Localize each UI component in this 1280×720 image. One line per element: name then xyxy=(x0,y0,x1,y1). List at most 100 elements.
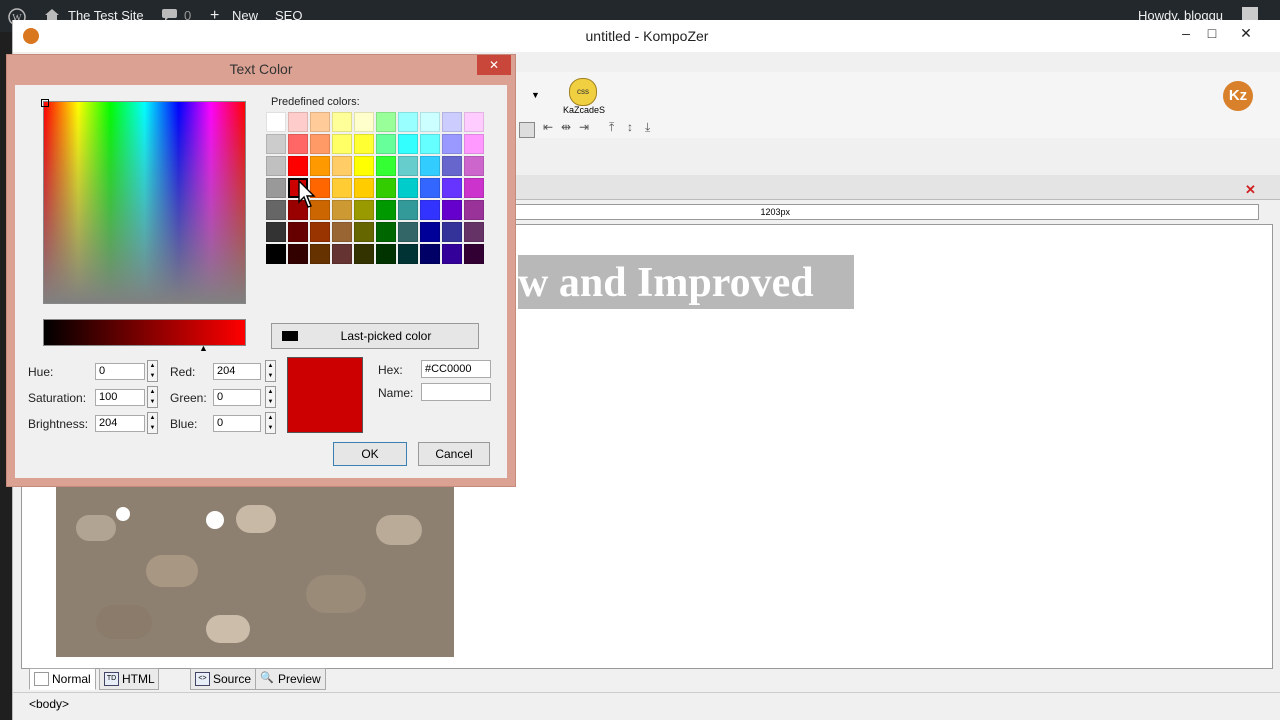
color-swatch[interactable] xyxy=(398,222,418,242)
color-swatch[interactable] xyxy=(332,244,352,264)
color-swatch[interactable] xyxy=(354,200,374,220)
pebbles-daisy-image[interactable] xyxy=(56,485,454,657)
close-window-button[interactable]: ✕ xyxy=(1223,20,1269,48)
hue-saturation-picker[interactable] xyxy=(41,99,246,304)
color-swatch[interactable] xyxy=(376,222,396,242)
saturation-spinner[interactable]: ▲ ▼ xyxy=(147,386,158,408)
brightness-slider[interactable] xyxy=(43,319,246,346)
dialog-close-button[interactable]: ✕ xyxy=(477,55,511,75)
page-heading[interactable]: w and Improved xyxy=(518,259,814,307)
dropdown-arrow-icon[interactable]: ▼ xyxy=(531,90,540,100)
color-swatch[interactable] xyxy=(398,112,418,132)
color-swatch[interactable] xyxy=(442,178,462,198)
green-input[interactable] xyxy=(213,389,261,406)
color-swatch[interactable] xyxy=(464,178,484,198)
red-input[interactable] xyxy=(213,363,261,380)
color-swatch[interactable] xyxy=(354,178,374,198)
color-swatch[interactable] xyxy=(266,156,286,176)
color-swatch[interactable] xyxy=(266,134,286,154)
color-swatch[interactable] xyxy=(288,156,308,176)
hue-spinner[interactable]: ▲ ▼ xyxy=(147,360,158,382)
picker-crosshair[interactable] xyxy=(41,99,49,107)
color-swatch[interactable] xyxy=(354,134,374,154)
color-swatch[interactable] xyxy=(442,200,462,220)
tab-normal[interactable]: Normal xyxy=(29,668,96,690)
color-swatch[interactable] xyxy=(266,200,286,220)
color-swatch[interactable] xyxy=(442,244,462,264)
color-swatch[interactable] xyxy=(332,156,352,176)
color-swatch[interactable] xyxy=(420,178,440,198)
close-tab-icon[interactable]: ✕ xyxy=(1245,182,1256,198)
last-picked-color-button[interactable]: Last-picked color xyxy=(271,323,479,349)
color-swatch[interactable] xyxy=(398,200,418,220)
tag-path[interactable]: <body> xyxy=(29,697,69,711)
color-swatch[interactable] xyxy=(420,134,440,154)
image-tool-icon[interactable] xyxy=(519,122,535,138)
color-swatch[interactable] xyxy=(398,244,418,264)
brightness-spinner[interactable]: ▲ ▼ xyxy=(147,412,158,434)
color-swatch[interactable] xyxy=(266,222,286,242)
valign-bottom-icon[interactable]: ⤓ xyxy=(645,120,650,135)
color-swatch[interactable] xyxy=(398,178,418,198)
brightness-slider-thumb[interactable]: ▲ xyxy=(199,343,208,353)
tab-preview[interactable]: 🔍 Preview xyxy=(255,668,326,690)
color-swatch[interactable] xyxy=(464,200,484,220)
color-swatch[interactable] xyxy=(332,222,352,242)
color-swatch[interactable] xyxy=(442,156,462,176)
color-swatch[interactable] xyxy=(288,112,308,132)
color-swatch[interactable] xyxy=(442,134,462,154)
ok-button[interactable]: OK xyxy=(333,442,407,466)
valign-middle-icon[interactable]: ↕ xyxy=(627,120,633,134)
color-swatch[interactable] xyxy=(354,112,374,132)
color-swatch[interactable] xyxy=(420,222,440,242)
saturation-input[interactable] xyxy=(95,389,145,406)
blue-input[interactable] xyxy=(213,415,261,432)
color-swatch[interactable] xyxy=(420,244,440,264)
brightness-input[interactable] xyxy=(95,415,145,432)
color-swatch[interactable] xyxy=(376,156,396,176)
color-swatch[interactable] xyxy=(310,222,330,242)
red-spinner[interactable]: ▲ ▼ xyxy=(265,360,276,382)
tab-html-tags[interactable]: TD HTML Tags xyxy=(99,668,160,706)
color-swatch[interactable] xyxy=(398,134,418,154)
color-swatch[interactable] xyxy=(376,178,396,198)
color-swatch[interactable] xyxy=(376,200,396,220)
color-swatch[interactable] xyxy=(354,156,374,176)
align-center-icon[interactable]: ⇹ xyxy=(561,120,571,134)
green-spinner[interactable]: ▲ ▼ xyxy=(265,386,276,408)
color-swatch[interactable] xyxy=(266,112,286,132)
color-swatch[interactable] xyxy=(398,156,418,176)
color-swatch[interactable] xyxy=(420,156,440,176)
color-swatch[interactable] xyxy=(310,244,330,264)
kazcades-css-icon[interactable]: css xyxy=(569,78,597,106)
valign-top-icon[interactable]: ⤒ xyxy=(609,120,614,135)
color-swatch[interactable] xyxy=(310,156,330,176)
color-swatch[interactable] xyxy=(464,222,484,242)
color-swatch[interactable] xyxy=(376,244,396,264)
color-swatch[interactable] xyxy=(354,244,374,264)
color-swatch[interactable] xyxy=(266,178,286,198)
color-swatch[interactable] xyxy=(354,222,374,242)
color-swatch[interactable] xyxy=(332,134,352,154)
hue-input[interactable] xyxy=(95,363,145,380)
align-right-icon[interactable]: ⇥ xyxy=(579,120,589,134)
color-swatch[interactable] xyxy=(442,222,462,242)
hex-input[interactable] xyxy=(421,360,491,378)
color-swatch[interactable] xyxy=(420,112,440,132)
color-swatch[interactable] xyxy=(464,156,484,176)
color-swatch[interactable] xyxy=(332,178,352,198)
cancel-button[interactable]: Cancel xyxy=(418,442,490,466)
color-swatch[interactable] xyxy=(464,244,484,264)
color-swatch[interactable] xyxy=(420,200,440,220)
blue-spinner[interactable]: ▲ ▼ xyxy=(265,412,276,434)
color-swatch[interactable] xyxy=(464,134,484,154)
color-swatch[interactable] xyxy=(288,222,308,242)
color-swatch[interactable] xyxy=(376,134,396,154)
align-left-icon[interactable]: ⇤ xyxy=(543,120,553,134)
color-swatch[interactable] xyxy=(442,112,462,132)
color-swatch[interactable] xyxy=(288,244,308,264)
color-swatch[interactable] xyxy=(376,112,396,132)
color-swatch[interactable] xyxy=(288,134,308,154)
color-swatch[interactable] xyxy=(266,244,286,264)
color-swatch[interactable] xyxy=(310,112,330,132)
